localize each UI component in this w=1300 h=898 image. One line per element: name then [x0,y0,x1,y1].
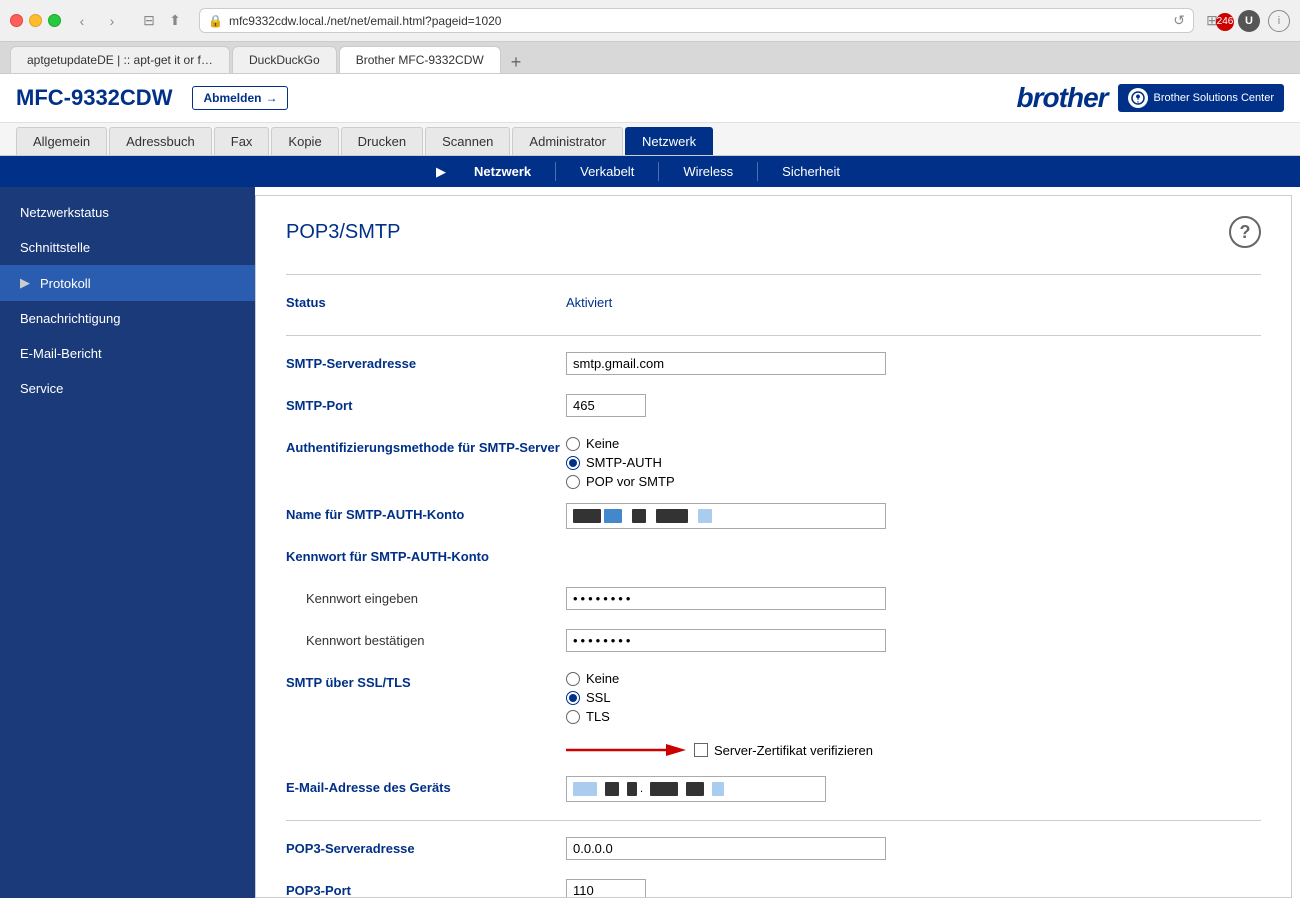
smtp-port-label: SMTP-Port [286,394,566,413]
pop3-port-label: POP3-Port [286,879,566,898]
verify-cert-checkbox-item[interactable]: Server-Zertifikat verifizieren [694,743,873,758]
auth-method-label: Authentifizierungsmethode für SMTP-Serve… [286,436,566,455]
close-button[interactable] [10,14,23,27]
solutions-center-label: Brother Solutions Center [1154,92,1274,104]
page-title: POP3/SMTP [286,221,400,244]
sidebar-label-service: Service [20,381,63,396]
password-confirm-label: Kennwort bestätigen [306,629,566,648]
smtp-auth-name-label: Name für SMTP-AUTH-Konto [286,503,566,522]
smtp-server-label: SMTP-Serveradresse [286,352,566,371]
sidebar-item-email-bericht[interactable]: E-Mail-Bericht [0,336,255,371]
back-button[interactable]: ‹ [69,11,95,31]
logout-button[interactable]: Abmelden → [192,86,288,110]
red-arrow-annotation [566,738,686,762]
sidebar-item-benachrichtigung[interactable]: Benachrichtigung [0,301,255,336]
tab-kopie[interactable]: Kopie [271,127,338,155]
redact-2 [604,509,622,523]
smtp-auth-name-input[interactable] [566,503,886,529]
redact-5 [698,509,712,523]
tab-drucken[interactable]: Drucken [341,127,423,155]
solutions-icon [1128,88,1148,108]
tab-duckduckgo[interactable]: DuckDuckGo [232,46,337,73]
status-value: Aktiviert [566,291,1261,310]
email-device-label: E-Mail-Adresse des Geräts [286,776,566,795]
sub-nav-netzwerk[interactable]: Netzwerk [450,162,556,181]
email-redact-4 [650,782,678,796]
smtp-port-input[interactable] [566,394,646,417]
ssl-option-ssl[interactable]: SSL [566,690,1261,705]
tab-administrator[interactable]: Administrator [512,127,623,155]
radio-smtp-auth[interactable] [566,456,580,470]
redact-1 [573,509,601,523]
tab-brother[interactable]: Brother MFC-9332CDW [339,46,501,73]
radio-ssl-ssl[interactable] [566,691,580,705]
notification-badge: 246 [1216,13,1234,31]
sub-nav-wireless[interactable]: Wireless [659,162,758,181]
lock-icon: 🔒 [208,14,223,28]
sidebar-label-protokoll: Protokoll [40,276,91,291]
email-redact-5 [686,782,704,796]
sidebar-label-schnittstelle: Schnittstelle [20,240,90,255]
redact-4 [656,509,688,523]
sidebar-label-email-bericht: E-Mail-Bericht [20,346,102,361]
new-tab-button[interactable]: + [503,52,530,73]
smtp-auth-password-label: Kennwort für SMTP-AUTH-Konto [286,545,566,564]
forward-button[interactable]: › [99,11,125,31]
tab-adressbuch[interactable]: Adressbuch [109,127,212,155]
tab-overview-button[interactable]: ⊟ [139,11,159,31]
email-redact-2 [605,782,619,796]
address-bar[interactable] [229,14,1167,28]
tab-scannen[interactable]: Scannen [425,127,510,155]
email-redact-6 [712,782,724,796]
sidebar-item-netzwerkstatus[interactable]: Netzwerkstatus [0,195,255,230]
radio-pop-vor-smtp[interactable] [566,475,580,489]
sidebar-label-netzwerkstatus: Netzwerkstatus [20,205,109,220]
ssl-option-tls[interactable]: TLS [566,709,1261,724]
auth-option-keine[interactable]: Keine [566,436,1261,451]
tab-netzwerk[interactable]: Netzwerk [625,127,713,155]
device-title: MFC-9332CDW [16,85,172,111]
tab-aptget[interactable]: aptgetupdateDE | :: apt-get it or for-ge… [10,46,230,73]
verify-cert-label: Server-Zertifikat verifizieren [714,743,873,758]
pop3-port-input[interactable] [566,879,646,898]
email-redact-3 [627,782,637,796]
sub-nav-verkabelt[interactable]: Verkabelt [556,162,659,181]
user-avatar[interactable]: U [1238,10,1260,32]
sidebar-item-schnittstelle[interactable]: Schnittstelle [0,230,255,265]
verify-cert-checkbox[interactable] [694,743,708,757]
brother-logo: brother [1017,82,1108,114]
sidebar-label-benachrichtigung: Benachrichtigung [20,311,120,326]
password-enter-input[interactable] [566,587,886,610]
email-device-input[interactable]: . [566,776,826,802]
status-label: Status [286,291,566,310]
ssl-option-keine[interactable]: Keine [566,671,1261,686]
reload-button[interactable]: ↺ [1173,12,1185,29]
minimize-button[interactable] [29,14,42,27]
radio-keine[interactable] [566,437,580,451]
ssl-label: SMTP über SSL/TLS [286,671,566,690]
smtp-server-input[interactable] [566,352,886,375]
solutions-center-button[interactable]: Brother Solutions Center [1118,84,1284,112]
password-enter-label: Kennwort eingeben [306,587,566,606]
pop3-server-label: POP3-Serveradresse [286,837,566,856]
share-button[interactable]: ⬆ [165,11,185,31]
tab-fax[interactable]: Fax [214,127,270,155]
password-confirm-input[interactable] [566,629,886,652]
radio-ssl-tls[interactable] [566,710,580,724]
help-button[interactable]: ? [1229,216,1261,248]
sub-nav-arrow: ▶ [436,164,446,180]
auth-option-pop-vor-smtp[interactable]: POP vor SMTP [566,474,1261,489]
pop3-server-input[interactable] [566,837,886,860]
sub-nav-sicherheit[interactable]: Sicherheit [758,162,864,181]
tab-allgemein[interactable]: Allgemein [16,127,107,155]
radio-ssl-keine[interactable] [566,672,580,686]
info-button[interactable]: i [1268,10,1290,32]
redact-3 [632,509,646,523]
sidebar-item-protokoll[interactable]: ▶ Protokoll [0,265,255,301]
sidebar-item-service[interactable]: Service [0,371,255,406]
sidebar-arrow-icon: ▶ [20,275,30,291]
auth-option-smtp-auth[interactable]: SMTP-AUTH [566,455,1261,470]
email-redact-1 [573,782,597,796]
maximize-button[interactable] [48,14,61,27]
